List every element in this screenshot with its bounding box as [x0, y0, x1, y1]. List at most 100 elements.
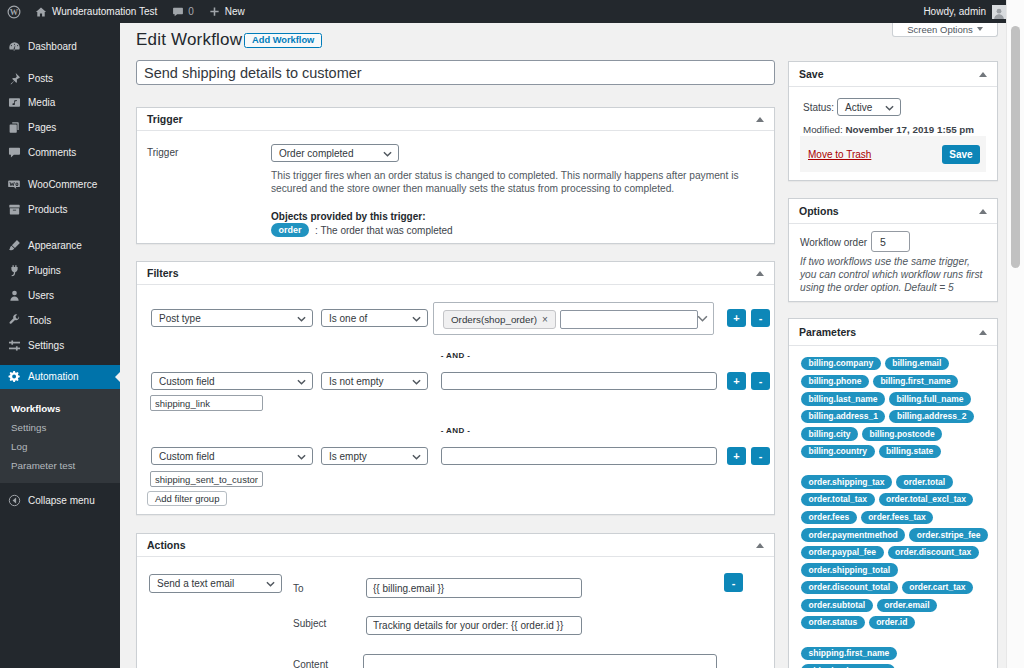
- sidebar-item-dashboard[interactable]: Dashboard: [0, 34, 120, 59]
- filter-operator-select-1[interactable]: Is one of: [321, 309, 428, 327]
- parameter-pill[interactable]: order.stripe_fee: [909, 528, 988, 541]
- comments-menu[interactable]: 0: [163, 0, 200, 23]
- scrollbar-thumb[interactable]: [1011, 26, 1020, 268]
- collapse-toggle-icon[interactable]: [756, 543, 764, 548]
- parameters-panel-header[interactable]: Parameters: [789, 319, 997, 346]
- submenu-item-settings[interactable]: Settings: [0, 418, 120, 437]
- sidebar-item-tools[interactable]: Tools: [0, 308, 120, 333]
- multiselect-input[interactable]: [560, 310, 698, 329]
- parameter-pill[interactable]: billing.city: [801, 427, 858, 440]
- parameter-pill[interactable]: billing.first_name: [873, 375, 958, 388]
- sidebar-item-comments[interactable]: Comments: [0, 140, 120, 165]
- screen-options-tab[interactable]: Screen Options: [892, 23, 998, 37]
- parameter-pill[interactable]: order.email: [877, 599, 937, 612]
- status-select[interactable]: Active: [837, 98, 901, 116]
- to-input[interactable]: [366, 578, 582, 598]
- parameter-pill[interactable]: order.id: [869, 616, 915, 629]
- sidebar-item-automation[interactable]: Automation: [0, 365, 120, 390]
- trigger-panel-header[interactable]: Trigger: [137, 108, 774, 131]
- add-workflow-button[interactable]: Add Workflow: [244, 33, 322, 48]
- parameter-pill[interactable]: billing.full_name: [889, 392, 971, 405]
- site-name-menu[interactable]: Wunderautomation Test: [27, 0, 163, 23]
- content-input[interactable]: [363, 654, 717, 668]
- parameter-pill[interactable]: order.fees: [801, 511, 857, 524]
- submenu-item-log[interactable]: Log: [0, 437, 120, 456]
- parameter-pill[interactable]: order.subtotal: [801, 599, 873, 612]
- parameter-pill[interactable]: billing.postcode: [862, 427, 942, 440]
- filter-multiselect[interactable]: Orders(shop_order) ×: [433, 302, 714, 335]
- parameter-pill[interactable]: billing.state: [879, 445, 941, 458]
- options-panel-header[interactable]: Options: [789, 199, 997, 224]
- custom-field-name-input-3[interactable]: [150, 471, 263, 487]
- add-filter-button[interactable]: +: [727, 372, 746, 390]
- filters-panel-header[interactable]: Filters: [137, 262, 774, 285]
- parameter-pill[interactable]: order.total_excl_tax: [879, 493, 974, 506]
- remove-action-button[interactable]: -: [724, 573, 743, 592]
- workflow-order-input[interactable]: [871, 231, 910, 252]
- trigger-type-select[interactable]: Order completed: [271, 144, 399, 162]
- sidebar-item-settings[interactable]: Settings: [0, 333, 120, 358]
- remove-filter-button[interactable]: -: [751, 309, 770, 327]
- action-type-select[interactable]: Send a text email: [149, 574, 282, 593]
- sidebar-item-pages[interactable]: Pages: [0, 115, 120, 140]
- collapse-menu-button[interactable]: Collapse menu: [0, 488, 120, 513]
- sidebar-item-appearance[interactable]: Appearance: [0, 234, 120, 259]
- sidebar-item-products[interactable]: Products: [0, 197, 120, 222]
- filter-field-select-3[interactable]: Custom field: [151, 447, 313, 465]
- parameter-pill[interactable]: order.shipping_tax: [801, 475, 892, 488]
- parameter-pill[interactable]: order.shipping_total: [801, 563, 898, 576]
- remove-filter-button[interactable]: -: [751, 372, 770, 390]
- sidebar-item-posts[interactable]: Posts: [0, 66, 120, 91]
- account-menu[interactable]: Howdy, admin: [923, 5, 1006, 19]
- parameter-pill[interactable]: shipping.last_name: [801, 664, 895, 668]
- parameter-pill[interactable]: billing.phone: [801, 375, 869, 388]
- remove-tag-icon[interactable]: ×: [542, 314, 548, 325]
- parameter-pill[interactable]: order.fees_tax: [861, 511, 934, 524]
- filter-operator-select-3[interactable]: Is empty: [321, 447, 428, 465]
- submenu-item-workflows[interactable]: Workflows: [0, 399, 120, 418]
- collapse-toggle-icon[interactable]: [979, 209, 987, 214]
- parameter-pill[interactable]: billing.last_name: [801, 392, 885, 405]
- filter-field-select-1[interactable]: Post type: [151, 309, 313, 327]
- collapse-toggle-icon[interactable]: [979, 330, 987, 335]
- sidebar-item-media[interactable]: Media: [0, 91, 120, 116]
- parameter-pill[interactable]: order.status: [801, 616, 865, 629]
- parameter-pill[interactable]: billing.country: [801, 445, 875, 458]
- parameter-pill[interactable]: order.paypal_fee: [801, 546, 884, 559]
- custom-field-name-input-2[interactable]: [150, 395, 263, 411]
- parameter-pill[interactable]: order.paymentmethod: [801, 528, 905, 541]
- remove-filter-button[interactable]: -: [751, 447, 770, 465]
- subject-input[interactable]: [366, 616, 582, 635]
- new-menu[interactable]: New: [200, 0, 251, 23]
- parameter-pill[interactable]: billing.company: [801, 357, 881, 370]
- parameter-pill[interactable]: order.cart_tax: [902, 581, 973, 594]
- filter-value-input-3[interactable]: [441, 447, 717, 465]
- window-scrollbar[interactable]: [1006, 0, 1024, 668]
- parameter-pill[interactable]: order.total: [896, 475, 953, 488]
- actions-panel-header[interactable]: Actions: [137, 534, 774, 557]
- filter-operator-select-2[interactable]: Is not empty: [321, 372, 428, 390]
- parameter-pill[interactable]: order.discount_tax: [888, 546, 979, 559]
- workflow-title-input[interactable]: [136, 60, 775, 85]
- submenu-item-parameter-test[interactable]: Parameter test: [0, 456, 120, 475]
- collapse-toggle-icon[interactable]: [756, 117, 764, 122]
- filter-field-select-2[interactable]: Custom field: [151, 372, 313, 390]
- parameter-pill[interactable]: billing.address_1: [801, 410, 885, 423]
- sidebar-item-woocommerce[interactable]: WooCommerce: [0, 172, 120, 197]
- add-filter-button[interactable]: +: [727, 447, 746, 465]
- collapse-toggle-icon[interactable]: [756, 271, 764, 276]
- collapse-toggle-icon[interactable]: [979, 72, 987, 77]
- add-filter-button[interactable]: +: [727, 309, 746, 327]
- parameter-pill[interactable]: order.discount_total: [801, 581, 898, 594]
- save-button[interactable]: Save: [942, 145, 980, 164]
- move-to-trash-link[interactable]: Move to Trash: [808, 149, 871, 160]
- parameter-pill[interactable]: shipping.first_name: [801, 647, 897, 660]
- parameter-pill[interactable]: billing.email: [885, 357, 949, 370]
- save-panel-header[interactable]: Save: [789, 62, 997, 87]
- parameter-pill[interactable]: order.total_tax: [801, 493, 875, 506]
- add-filter-group-button[interactable]: Add filter group: [147, 491, 227, 506]
- sidebar-item-users[interactable]: Users: [0, 283, 120, 308]
- parameter-pill[interactable]: billing.address_2: [889, 410, 973, 423]
- filter-value-input-2[interactable]: [441, 372, 717, 390]
- sidebar-item-plugins[interactable]: Plugins: [0, 258, 120, 283]
